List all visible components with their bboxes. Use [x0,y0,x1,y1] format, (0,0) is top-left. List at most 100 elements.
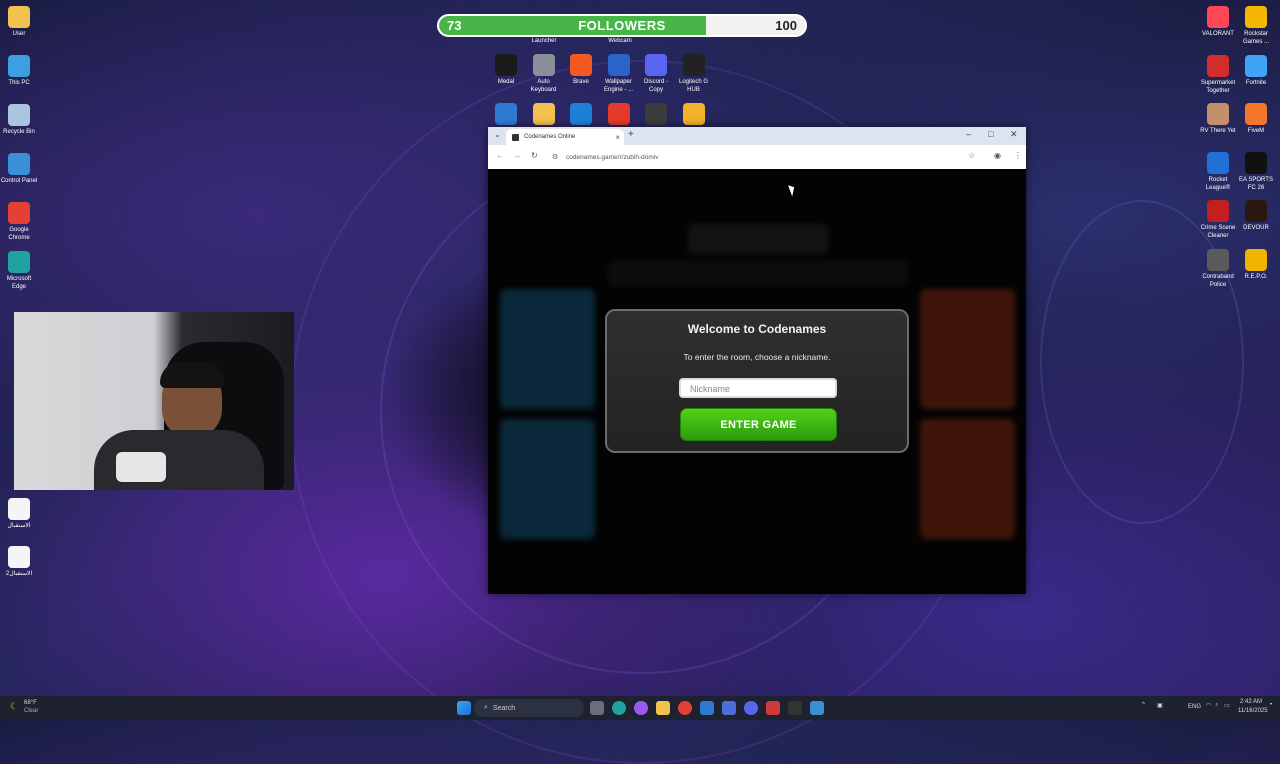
tray-chevron-icon[interactable]: ^ [1142,702,1145,708]
desktop-icon-label: Discord - Copy [643,79,668,93]
desktop-icon-webcam[interactable]: Webcam [600,37,640,45]
browser-window[interactable]: ⌄ Codenames Online × + – □ ✕ ← → ↻ ⚙ cod… [488,127,1026,594]
desktop-icon-label: Fortnite [1245,79,1267,86]
battery-icon[interactable]: ▭ [1224,702,1230,709]
task-view-icon[interactable] [590,701,604,715]
terminal-taskbar-icon[interactable] [788,701,802,715]
edge-taskbar-icon[interactable] [612,701,626,715]
app-taskbar-icon[interactable] [700,701,714,715]
enter-game-button[interactable]: ENTER GAME [680,408,837,441]
desktop-icon-microsoft-edge[interactable]: Microsoft Edge [0,251,38,291]
vpn-taskbar-icon[interactable] [810,701,824,715]
desktop-icon-label: User [12,31,26,37]
new-tab-icon[interactable]: + [628,129,634,140]
police-icon [1207,248,1229,271]
desktop-icon-app-icon[interactable] [562,103,600,127]
chrome-icon [8,202,30,224]
notification-bell-icon[interactable]: • [1270,702,1272,708]
discord-taskbar-icon[interactable] [744,701,758,715]
desktop-icon-folder-icon[interactable] [525,103,563,127]
desktop-icon-notepad-icon[interactable] [487,103,525,127]
menu-kebab-icon[interactable]: ⋮ [1014,151,1022,160]
desktop-icon-obs-icon[interactable] [637,103,675,127]
profile-icon[interactable]: ◉ [994,151,1001,160]
copilot-taskbar-icon[interactable] [634,701,648,715]
desktop-icon-2[interactable]: الاستقبال2 [0,546,38,578]
start-windows-icon[interactable] [457,701,471,715]
video-file-icon [8,498,30,520]
notepad-icon [495,103,517,125]
reload-icon[interactable]: ↻ [531,151,538,160]
minimize-icon[interactable]: – [966,129,971,139]
address-bar[interactable]: ⚙ codenames.game/r/zubih-domiv [552,150,972,164]
desktop-icon-label: R.E.P.O. [1244,273,1268,280]
control-panel-icon [8,153,30,175]
bookmark-star-icon[interactable]: ☆ [968,151,975,160]
wifi-icon[interactable]: ◠ [1206,702,1211,709]
language-indicator[interactable]: ENG [1188,704,1201,710]
desktop-icon-user[interactable]: User [0,6,38,38]
tab-title: Codenames Online [524,134,576,140]
codenames-favicon-icon [512,133,519,141]
desktop-icon-fivem[interactable]: FiveM [1237,103,1275,135]
desktop-icon-auto-keyboard[interactable]: Auto Keyboard [525,54,563,94]
clock-date[interactable]: 11/16/2025 [1238,708,1268,714]
site-info-icon[interactable]: ⚙ [552,153,558,161]
tab-close-icon[interactable]: × [615,133,620,142]
desktop-icon-discord-copy[interactable]: Discord - Copy [637,54,675,94]
weather-icon[interactable]: ☾ [10,701,18,712]
board-header [688,224,828,254]
folder-icon [532,103,555,125]
desktop-icon-rv-there-yet[interactable]: RV There Yet [1199,103,1237,135]
desktop-icon-rocket-league[interactable]: Rocket League® [1199,151,1237,192]
desktop-icon-ea-sports-fc-26[interactable]: EA SPORTS FC 26 [1237,151,1275,192]
desktop-icon-label: Supermarket Together [1200,79,1236,94]
file-explorer-taskbar-icon[interactable] [656,701,670,715]
search-icon: ⌕ [484,704,488,711]
chrome-taskbar-icon[interactable] [678,701,692,715]
back-icon[interactable]: ← [496,151,504,160]
desktop-icon-valorant[interactable]: VALORANT [1199,6,1237,38]
board-area [608,261,908,286]
close-window-icon[interactable]: ✕ [1010,129,1018,140]
nickname-input[interactable]: Nickname [679,378,837,398]
desktop-icon-chat-icon[interactable] [675,103,713,127]
desktop-icon-wallpaper-engine[interactable]: Wallpaper Engine - ... [600,54,638,94]
game-taskbar-icon[interactable] [766,701,780,715]
desktop-icon-fortnite[interactable]: Fortnite [1237,54,1275,87]
desktop-icon-medal[interactable]: Medal [487,54,525,86]
desktop-icon-r-e-p-o[interactable]: R.E.P.O. [1237,248,1275,281]
desktop-icon-label: VALORANT [1202,31,1234,37]
desktop-icon-label: Recycle Bin [3,129,35,135]
desktop-icon-rockstar-games[interactable]: Rockstar Games ... [1237,6,1275,46]
desktop-icon-devour[interactable]: DEVOUR [1237,200,1275,232]
desktop-icon-launcher[interactable]: Launcher [524,37,564,45]
desktop-icon-label: EA SPORTS FC 26 [1239,176,1273,191]
weather-temp[interactable]: 68°F [24,700,37,706]
desktop-icon-item[interactable]: الاستقبال [0,498,38,530]
desktop-icon-brave[interactable]: Brave [562,54,600,86]
tab-codenames[interactable]: Codenames Online × [506,129,624,145]
taskbar-search[interactable]: ⌕ Search [474,699,584,717]
desktop-icon-this-pc[interactable]: This PC [0,55,38,87]
store-taskbar-icon[interactable] [722,701,736,715]
desktop-icon-supermarket-together[interactable]: Supermarket Together [1199,54,1237,95]
desktop-icon-crime-scene-cleaner[interactable]: Crime Scene Cleaner [1199,200,1237,240]
fivem-icon [1245,103,1267,125]
maximize-icon[interactable]: □ [988,129,993,139]
folder-icon [8,6,30,28]
tray-app-icon[interactable]: ▣ [1157,702,1163,709]
forward-icon[interactable]: → [513,151,521,160]
clock-time[interactable]: 2:42 AM [1240,699,1262,705]
desktop-icon-logitech-g-hub[interactable]: Logitech G HUB [675,54,713,94]
desktop-icon-label: Launcher [531,38,557,44]
tab-search-icon[interactable]: ⌄ [494,130,501,139]
volume-icon[interactable]: ♪ [1215,702,1218,708]
desktop-icon-ea-icon[interactable] [600,103,638,127]
desktop-icon-google-chrome[interactable]: Google Chrome [0,202,38,242]
desktop-icon-contraband-police[interactable]: Contraband Police [1199,248,1237,289]
desktop-icon-recycle-bin[interactable]: Recycle Bin [0,104,38,136]
webcam-overlay [14,312,294,490]
discord-icon [645,54,667,76]
desktop-icon-control-panel[interactable]: Control Panel [0,153,38,185]
